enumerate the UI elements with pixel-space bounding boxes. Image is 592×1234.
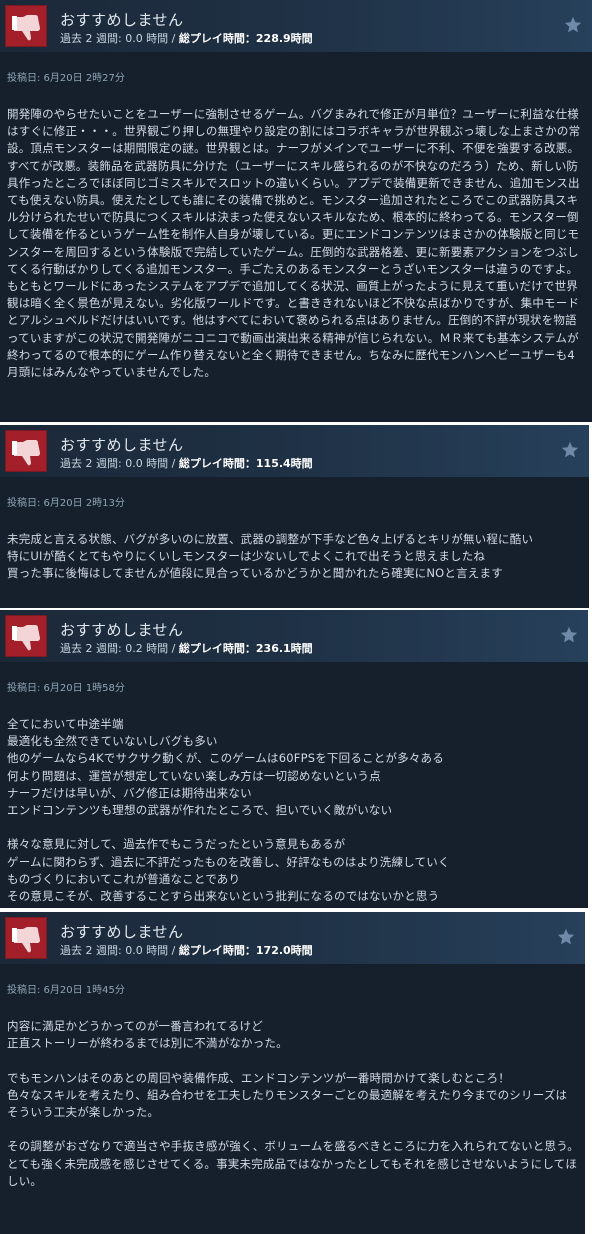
review-verdict: おすすめしません [60, 621, 184, 639]
recent-hours: 過去 2 週間: 0.0 時間 / [60, 944, 176, 957]
review-verdict: おすすめしません [60, 436, 184, 454]
review-body: 投稿日: 6月20日 1時58分 全てにおいて中途半端 最適化も全然できていない… [0, 662, 588, 908]
total-hours: 総プレイ時間：236.1時間 [178, 642, 313, 655]
review-body: 投稿日: 6月20日 2時13分 未完成と言える状態、バグが多いのに放置、武器の… [0, 477, 589, 608]
review-header: おすすめしません 過去 2 週間: 0.0 時間 / 総プレイ時間：172.0時… [0, 912, 585, 964]
playtime-info: 過去 2 週間: 0.0 時間 / 総プレイ時間：228.9時間 [60, 31, 313, 46]
thumbs-down-icon[interactable] [5, 5, 47, 47]
total-hours: 総プレイ時間：228.9時間 [178, 32, 313, 45]
playtime-info: 過去 2 週間: 0.2 時間 / 総プレイ時間：236.1時間 [60, 641, 313, 656]
review-text: 内容に満足かどうかってのが一番言われてるけど 正直ストーリーが終わるまでは別に不… [7, 1019, 579, 1188]
review-header: おすすめしません 過去 2 週間: 0.0 時間 / 総プレイ時間：228.9時… [0, 0, 592, 52]
review-card: おすすめしません 過去 2 週間: 0.0 時間 / 総プレイ時間：115.4時… [0, 425, 589, 608]
star-icon[interactable] [557, 928, 575, 946]
total-hours: 総プレイ時間：172.0時間 [178, 944, 313, 957]
review-verdict: おすすめしません [60, 11, 184, 29]
review-card: おすすめしません 過去 2 週間: 0.0 時間 / 総プレイ時間：228.9時… [0, 0, 592, 422]
total-hours: 総プレイ時間：115.4時間 [178, 457, 313, 470]
review-verdict: おすすめしません [60, 923, 184, 941]
review-body: 投稿日: 6月20日 2時27分 開発陣のやらせたいことをユーザーに強制させるゲ… [0, 52, 592, 422]
thumbs-down-icon[interactable] [5, 917, 47, 959]
review-card: おすすめしません 過去 2 週間: 0.2 時間 / 総プレイ時間：236.1時… [0, 610, 588, 908]
posted-date: 投稿日: 6月20日 1時58分 [7, 683, 125, 694]
star-icon[interactable] [560, 626, 578, 644]
posted-date: 投稿日: 6月20日 1時45分 [7, 985, 125, 996]
playtime-info: 過去 2 週間: 0.0 時間 / 総プレイ時間：172.0時間 [60, 943, 313, 958]
posted-date: 投稿日: 6月20日 2時27分 [7, 73, 125, 84]
posted-date: 投稿日: 6月20日 2時13分 [7, 498, 125, 509]
thumbs-down-icon[interactable] [5, 430, 47, 472]
review-body: 投稿日: 6月20日 1時45分 内容に満足かどうかってのが一番言われてるけど … [0, 964, 585, 1234]
recent-hours: 過去 2 週間: 0.0 時間 / [60, 32, 176, 45]
review-text: 開発陣のやらせたいことをユーザーに強制させるゲーム。バグまみれで修正が月単位？ユ… [7, 107, 581, 380]
review-header: おすすめしません 過去 2 週間: 0.0 時間 / 総プレイ時間：115.4時… [0, 425, 589, 477]
recent-hours: 過去 2 週間: 0.2 時間 / [60, 642, 176, 655]
review-card: おすすめしません 過去 2 週間: 0.0 時間 / 総プレイ時間：172.0時… [0, 912, 585, 1234]
review-text: 全てにおいて中途半端 最適化も全然できていないしバグも多い 他のゲームなら4Kで… [7, 717, 450, 904]
review-header: おすすめしません 過去 2 週間: 0.2 時間 / 総プレイ時間：236.1時… [0, 610, 588, 662]
star-icon[interactable] [561, 441, 579, 459]
star-icon[interactable] [564, 16, 582, 34]
playtime-info: 過去 2 週間: 0.0 時間 / 総プレイ時間：115.4時間 [60, 456, 313, 471]
recent-hours: 過去 2 週間: 0.0 時間 / [60, 457, 176, 470]
thumbs-down-icon[interactable] [5, 615, 47, 657]
review-text: 未完成と言える状態、バグが多いのに放置、武器の調整が下手など色々上げるとキリが無… [7, 532, 534, 581]
